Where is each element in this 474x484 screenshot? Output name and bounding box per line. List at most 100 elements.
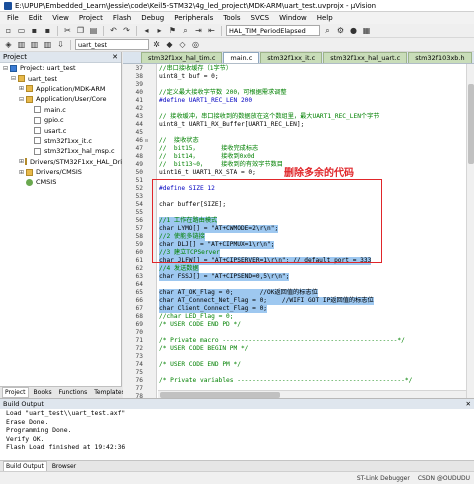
undo-icon[interactable]: ↶ <box>108 25 119 36</box>
code-line[interactable]: 72 /* USER CODE BEGIN PM */ <box>123 345 474 353</box>
menu-help[interactable]: Help <box>312 14 338 22</box>
redo-icon[interactable]: ↷ <box>121 25 132 36</box>
menu-view[interactable]: View <box>47 14 74 22</box>
nav-forward-icon[interactable]: ▸ <box>154 25 165 36</box>
panel-tab-templates[interactable]: Templates <box>92 388 127 397</box>
close-build-icon[interactable]: ✕ <box>466 400 471 408</box>
menu-file[interactable]: File <box>2 14 24 22</box>
tree-file-item[interactable]: stm32f1xx_it.c <box>0 136 121 146</box>
tree-file-item[interactable]: usart.c <box>0 125 121 135</box>
rebuild-icon[interactable]: ▥ <box>29 39 40 50</box>
code-line[interactable]: 69 /* USER CODE END PD */ <box>123 321 474 329</box>
run-environment-icon[interactable]: ◎ <box>190 39 201 50</box>
expander-icon[interactable]: ⊟ <box>3 65 9 72</box>
code-line[interactable]: 62 //4 发送数据 <box>123 265 474 273</box>
tree-folder-item[interactable]: ⊟ Application/User/Core <box>0 94 121 104</box>
save-icon[interactable]: ▪ <box>29 25 40 36</box>
code-line[interactable]: 65 char AT_OK_Flag = 0; //OK返回值的标志位 <box>123 289 474 297</box>
code-line[interactable]: 37 //串口接收缓存（1字节） <box>123 65 474 73</box>
save-all-icon[interactable]: ▪ <box>42 25 53 36</box>
code-line[interactable]: 75 <box>123 369 474 377</box>
target-select[interactable]: uart_test <box>75 39 149 50</box>
cut-icon[interactable]: ✂ <box>62 25 73 36</box>
expander-icon[interactable]: ⊞ <box>19 169 25 176</box>
find-in-files-icon[interactable]: ⌕ <box>322 25 333 36</box>
code-line[interactable]: 38 uint8_t buf = 0; <box>123 73 474 81</box>
target-options-icon[interactable]: ✲ <box>151 39 162 50</box>
close-panel-icon[interactable]: ✕ <box>112 53 118 61</box>
tree-folder-item[interactable]: ⊞ Drivers/STM32F1xx_HAL_Dri <box>0 157 122 167</box>
code-line[interactable]: 40 //定义最大接收字节数 200，可根据需求调整 <box>123 89 474 97</box>
copy-icon[interactable]: ❐ <box>75 25 86 36</box>
panel-tab-project[interactable]: Project <box>2 387 29 398</box>
bottom-tab-browser[interactable]: Browser <box>50 462 78 471</box>
menu-peripherals[interactable]: Peripherals <box>169 14 218 22</box>
code-line[interactable]: 74 /* USER CODE END PM */ <box>123 361 474 369</box>
menu-edit[interactable]: Edit <box>24 14 48 22</box>
code-line[interactable]: 44 uint8_t UART1_RX_Buffer[UART1_REC_LEN]… <box>123 121 474 129</box>
menu-tools[interactable]: Tools <box>218 14 245 22</box>
expander-icon[interactable]: ⊟ <box>19 96 25 103</box>
tree-folder-item[interactable]: ⊞ Application/MDK-ARM <box>0 84 121 94</box>
pack-installer-icon[interactable]: ◇ <box>177 39 188 50</box>
paste-icon[interactable]: ▤ <box>88 25 99 36</box>
code-line[interactable]: 71 /* Private macro ---------------------… <box>123 337 474 345</box>
vertical-scrollbar[interactable] <box>466 64 474 398</box>
code-line[interactable]: 76 /* Private variables -----------------… <box>123 377 474 385</box>
new-file-icon[interactable]: ▫ <box>3 25 14 36</box>
menu-flash[interactable]: Flash <box>108 14 136 22</box>
menu-window[interactable]: Window <box>274 14 312 22</box>
nav-back-icon[interactable]: ◂ <box>141 25 152 36</box>
expander-icon[interactable]: ⊟ <box>11 75 17 82</box>
translate-icon[interactable]: ◈ <box>3 39 14 50</box>
code-line[interactable]: 73 <box>123 353 474 361</box>
debug-start-icon[interactable]: ● <box>348 25 359 36</box>
file-tab[interactable]: stm32f1xx_it.c <box>260 52 323 63</box>
file-tab[interactable]: stm32f1xx_hal_uart.c <box>323 52 408 63</box>
expander-icon[interactable]: ⊞ <box>19 85 25 92</box>
panel-tab-functions[interactable]: Functions <box>57 388 90 397</box>
file-tab[interactable]: stm32f103xb.h <box>408 52 472 63</box>
tree-folder-item[interactable]: ⊟ uart_test <box>0 73 121 83</box>
manage-components-icon[interactable]: ◆ <box>164 39 175 50</box>
menu-debug[interactable]: Debug <box>136 14 169 22</box>
menu-svcs[interactable]: SVCS <box>246 14 275 22</box>
tree-file-item[interactable]: stm32f1xx_hal_msp.c <box>0 146 121 156</box>
code-line[interactable]: 64 <box>123 281 474 289</box>
horizontal-scrollbar[interactable] <box>158 390 466 398</box>
code-line[interactable]: 47 // bit15， 接收完成标志 <box>123 145 474 153</box>
panel-tab-books[interactable]: Books <box>32 388 54 397</box>
code-line[interactable]: 63 char FSSJ[] = "AT+CIPSEND=0,5\r\n"; <box>123 273 474 281</box>
code-line[interactable]: 42 <box>123 105 474 113</box>
open-file-icon[interactable]: ▭ <box>16 25 27 36</box>
fold-icon[interactable]: ⊟ <box>145 137 151 145</box>
indent-icon[interactable]: ⇥ <box>193 25 204 36</box>
bookmark-icon[interactable]: ⚑ <box>167 25 178 36</box>
settings-icon[interactable]: ⚙ <box>335 25 346 36</box>
file-tab[interactable]: main.c <box>223 52 260 63</box>
file-tab[interactable]: stm32f1xx_hal_tim.c <box>141 52 223 63</box>
tree-folder-item[interactable]: CMSIS <box>0 177 121 187</box>
expander-icon[interactable]: ⊞ <box>19 158 24 165</box>
code-line[interactable]: 39 <box>123 81 474 89</box>
code-line[interactable]: 70 <box>123 329 474 337</box>
menu-project[interactable]: Project <box>74 14 108 22</box>
find-icon[interactable]: ⌕ <box>180 25 191 36</box>
code-line[interactable]: 45 <box>123 129 474 137</box>
bottom-tab-build-output[interactable]: Build Output <box>3 460 47 472</box>
outdent-icon[interactable]: ⇤ <box>206 25 217 36</box>
download-icon[interactable]: ⇩ <box>55 39 66 50</box>
code-line[interactable]: 68 //char LED_Flag = 0; <box>123 313 474 321</box>
tree-folder-item[interactable]: ⊞ Drivers/CMSIS <box>0 167 121 177</box>
code-line[interactable]: 48 // bit14， 接收到0x0d <box>123 153 474 161</box>
tree-file-item[interactable]: gpio.c <box>0 115 121 125</box>
window-layout-icon[interactable]: ▦ <box>361 25 372 36</box>
build-icon[interactable]: ▥ <box>16 39 27 50</box>
code-line[interactable]: 41 #define UART1_REC_LEN 200 <box>123 97 474 105</box>
find-combo[interactable]: HAL_TIM_PeriodElapsed <box>226 25 320 36</box>
vertical-scroll-thumb[interactable] <box>468 84 474 164</box>
code-line[interactable]: 67 char Client_Connect_Flag = 0; <box>123 305 474 313</box>
code-line[interactable]: 43 // 接收缓冲，串口接收到的数据放在这个数组里，最大UART1_REC_LE… <box>123 113 474 121</box>
tree-file-item[interactable]: main.c <box>0 105 121 115</box>
tree-folder-item[interactable]: ⊟ Project: uart_test <box>0 63 121 73</box>
